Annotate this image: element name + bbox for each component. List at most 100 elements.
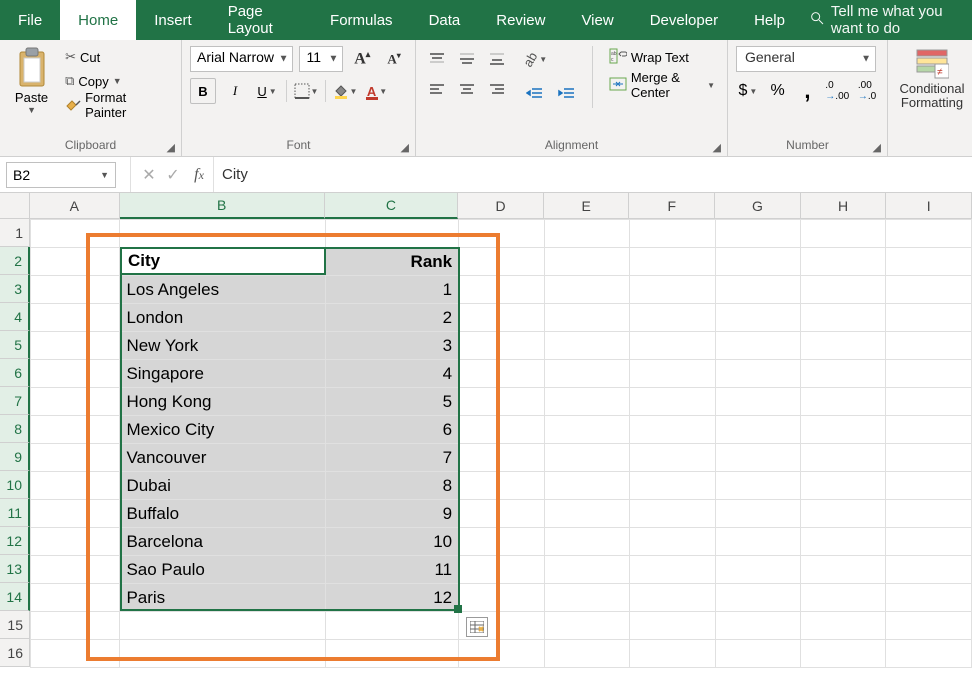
cell-D11[interactable] (459, 500, 544, 528)
cell-C3[interactable]: 1 (325, 276, 458, 304)
cell-I9[interactable] (886, 444, 972, 472)
cell-B10[interactable]: Dubai (120, 472, 325, 500)
column-header-G[interactable]: G (715, 193, 801, 219)
cell-E4[interactable] (544, 304, 629, 332)
row-header-4[interactable]: 4 (0, 303, 30, 331)
row-header-5[interactable]: 5 (0, 331, 30, 359)
cell-B6[interactable]: Singapore (120, 360, 325, 388)
formula-bar-input[interactable]: City (214, 166, 972, 183)
cell-G14[interactable] (715, 584, 800, 612)
row-header-9[interactable]: 9 (0, 443, 30, 471)
cell-B3[interactable]: Los Angeles (120, 276, 325, 304)
cell-A11[interactable] (31, 500, 120, 528)
row-header-8[interactable]: 8 (0, 415, 30, 443)
cell-H8[interactable] (801, 416, 886, 444)
cell-A16[interactable] (31, 640, 120, 668)
cell-E14[interactable] (544, 584, 629, 612)
decrease-font-button[interactable]: A▾ (381, 46, 407, 72)
cell-B15[interactable] (120, 612, 325, 640)
cell-A9[interactable] (31, 444, 120, 472)
cell-C1[interactable] (325, 220, 458, 248)
cell-F4[interactable] (630, 304, 715, 332)
cell-B1[interactable] (120, 220, 325, 248)
align-left-button[interactable] (424, 76, 450, 102)
cell-G16[interactable] (715, 640, 800, 668)
cell-I5[interactable] (886, 332, 972, 360)
cell-C9[interactable]: 7 (325, 444, 458, 472)
cell-C6[interactable]: 4 (325, 360, 458, 388)
percent-format-button[interactable]: % (766, 78, 790, 104)
cell-H6[interactable] (801, 360, 886, 388)
cell-A10[interactable] (31, 472, 120, 500)
cell-H5[interactable] (801, 332, 886, 360)
font-name-select[interactable]: Arial Narrow ▼ (190, 46, 293, 72)
cell-G8[interactable] (715, 416, 800, 444)
cell-F7[interactable] (630, 388, 715, 416)
cell-G13[interactable] (715, 556, 800, 584)
cell-D16[interactable] (459, 640, 544, 668)
cell-A13[interactable] (31, 556, 120, 584)
alignment-launcher-icon[interactable]: ◢ (713, 141, 721, 154)
accounting-format-button[interactable]: $▼ (736, 78, 760, 104)
cell-I7[interactable] (886, 388, 972, 416)
cell-E13[interactable] (544, 556, 629, 584)
row-header-1[interactable]: 1 (0, 219, 30, 247)
cell-H11[interactable] (801, 500, 886, 528)
cell-H3[interactable] (801, 276, 886, 304)
tab-file[interactable]: File (0, 0, 60, 40)
font-size-select[interactable]: 11 ▼ (299, 46, 343, 72)
cell-H2[interactable] (801, 248, 886, 276)
column-header-H[interactable]: H (801, 193, 887, 219)
column-header-B[interactable]: B (120, 193, 325, 219)
insert-function-button[interactable]: fx (185, 166, 213, 184)
cell-F5[interactable] (630, 332, 715, 360)
column-header-A[interactable]: A (30, 193, 120, 219)
tab-review[interactable]: Review (478, 0, 563, 40)
align-top-button[interactable] (424, 46, 450, 72)
decrease-indent-button[interactable] (522, 80, 548, 106)
cell-E12[interactable] (544, 528, 629, 556)
cell-D10[interactable] (459, 472, 544, 500)
cell-G6[interactable] (715, 360, 800, 388)
cell-E11[interactable] (544, 500, 629, 528)
cell-I13[interactable] (886, 556, 972, 584)
cell-I12[interactable] (886, 528, 972, 556)
cell-I8[interactable] (886, 416, 972, 444)
cell-D14[interactable] (459, 584, 544, 612)
comma-format-button[interactable]: , (796, 78, 820, 104)
selection-fill-handle[interactable] (454, 605, 462, 613)
cell-F11[interactable] (630, 500, 715, 528)
column-header-E[interactable]: E (544, 193, 630, 219)
merge-center-button[interactable]: Merge & Center ▼ (605, 74, 719, 96)
cell-C4[interactable]: 2 (325, 304, 458, 332)
align-right-button[interactable] (484, 76, 510, 102)
cell-C13[interactable]: 11 (325, 556, 458, 584)
quick-analysis-button[interactable] (466, 617, 488, 637)
cell-I15[interactable] (886, 612, 972, 640)
cell-E5[interactable] (544, 332, 629, 360)
row-header-11[interactable]: 11 (0, 499, 30, 527)
cell-B13[interactable]: Sao Paulo (120, 556, 325, 584)
cell-H12[interactable] (801, 528, 886, 556)
cell-I10[interactable] (886, 472, 972, 500)
row-header-6[interactable]: 6 (0, 359, 30, 387)
tell-me-search[interactable]: Tell me what you want to do (809, 0, 972, 40)
cell-I16[interactable] (886, 640, 972, 668)
cell-D5[interactable] (459, 332, 544, 360)
row-header-10[interactable]: 10 (0, 471, 30, 499)
cell-A4[interactable] (31, 304, 120, 332)
select-all-corner[interactable] (0, 193, 30, 219)
cell-A2[interactable] (31, 248, 120, 276)
cell-I14[interactable] (886, 584, 972, 612)
cell-G5[interactable] (715, 332, 800, 360)
cell-B5[interactable]: New York (120, 332, 325, 360)
cell-H14[interactable] (801, 584, 886, 612)
tab-formulas[interactable]: Formulas (312, 0, 411, 40)
cell-C2[interactable]: Rank (325, 248, 458, 276)
cell-A1[interactable] (31, 220, 120, 248)
cell-B16[interactable] (120, 640, 325, 668)
cell-C16[interactable] (325, 640, 458, 668)
row-header-15[interactable]: 15 (0, 611, 30, 639)
cell-A5[interactable] (31, 332, 120, 360)
cell-F15[interactable] (630, 612, 715, 640)
